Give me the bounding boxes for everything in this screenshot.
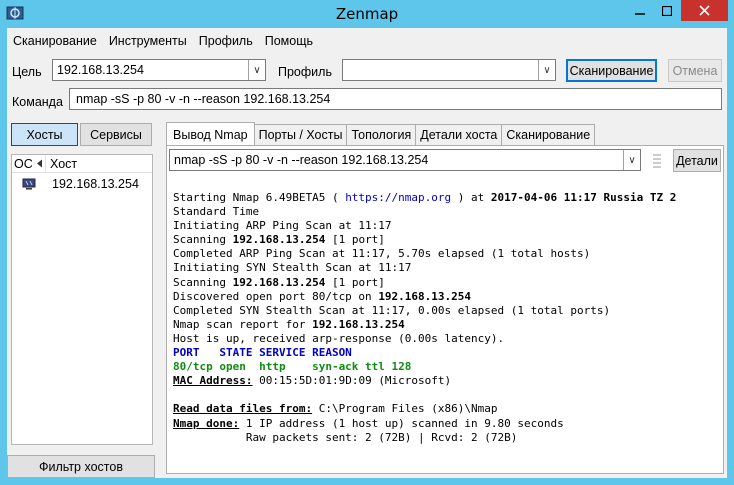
output-scan-select[interactable]: nmap -sS -p 80 -v -n --reason 192.168.13…: [169, 149, 641, 171]
chevron-down-icon[interactable]: ∨: [623, 150, 640, 170]
tab-topology[interactable]: Топология: [346, 124, 417, 145]
nmap-link[interactable]: https://nmap.org: [345, 191, 451, 204]
title-bar[interactable]: Zenmap: [0, 0, 734, 28]
maximize-icon: [662, 5, 672, 16]
main-tabs: Вывод Nmap Порты / Хосты Топология Детал…: [166, 122, 596, 145]
os-column-header[interactable]: ОС: [12, 155, 46, 172]
minimize-icon: [635, 12, 645, 15]
details-button[interactable]: Детали: [673, 149, 721, 172]
target-label: Цель: [12, 65, 42, 79]
cancel-button[interactable]: Отмена: [668, 59, 722, 82]
tab-host-details[interactable]: Детали хоста: [415, 124, 503, 145]
host-list[interactable]: ОС Хост 192.168.13.254: [11, 154, 153, 445]
menu-help[interactable]: Помощь: [259, 32, 319, 50]
client-area: Сканирование Инструменты Профиль Помощь …: [7, 28, 727, 478]
tab-ports-hosts[interactable]: Порты / Хосты: [253, 124, 348, 145]
host-column-header[interactable]: Хост: [46, 155, 77, 172]
menu-profile[interactable]: Профиль: [193, 32, 259, 50]
os-unknown-icon: [12, 178, 46, 190]
chevron-down-icon[interactable]: ∨: [248, 60, 265, 80]
menu-tools[interactable]: Инструменты: [103, 32, 193, 50]
nmap-output-pane: nmap -sS -p 80 -v -n --reason 192.168.13…: [166, 145, 724, 474]
maximize-button[interactable]: [654, 0, 680, 21]
chevron-down-icon[interactable]: ∨: [538, 60, 555, 80]
menu-bar: Сканирование Инструменты Профиль Помощь: [7, 32, 319, 50]
os-column-label: ОС: [14, 156, 33, 171]
zenmap-window: Zenmap Сканирование Инструменты Профиль …: [0, 0, 734, 485]
host-row[interactable]: 192.168.13.254: [12, 175, 152, 193]
services-toggle-button[interactable]: Сервисы: [80, 123, 152, 146]
target-value[interactable]: 192.168.13.254: [53, 63, 248, 77]
scan-button[interactable]: Сканирование: [566, 59, 657, 82]
hosts-toggle-button[interactable]: Хосты: [11, 123, 78, 146]
output-scan-value[interactable]: nmap -sS -p 80 -v -n --reason 192.168.13…: [170, 153, 623, 167]
window-title: Zenmap: [335, 5, 399, 23]
grip-icon: [653, 154, 661, 168]
tab-scans[interactable]: Сканирование: [501, 124, 596, 145]
close-button[interactable]: [681, 0, 728, 21]
target-combobox[interactable]: 192.168.13.254 ∨: [52, 59, 266, 81]
profile-combobox[interactable]: ∨: [342, 59, 556, 81]
command-label: Команда: [12, 95, 63, 109]
nmap-output-text[interactable]: Starting Nmap 6.49BETA5 ( https://nmap.o…: [173, 191, 676, 445]
minimize-button[interactable]: [627, 0, 653, 21]
sort-arrow-icon: [36, 159, 42, 168]
host-list-header: ОС Хост: [12, 155, 152, 173]
host-address[interactable]: 192.168.13.254: [46, 177, 139, 191]
tab-nmap-output[interactable]: Вывод Nmap: [166, 122, 255, 145]
close-icon: [699, 5, 710, 16]
profile-label: Профиль: [278, 65, 332, 79]
menu-scan[interactable]: Сканирование: [7, 32, 103, 50]
command-input[interactable]: nmap -sS -p 80 -v -n --reason 192.168.13…: [69, 88, 722, 110]
filter-hosts-button[interactable]: Фильтр хостов: [7, 455, 155, 478]
